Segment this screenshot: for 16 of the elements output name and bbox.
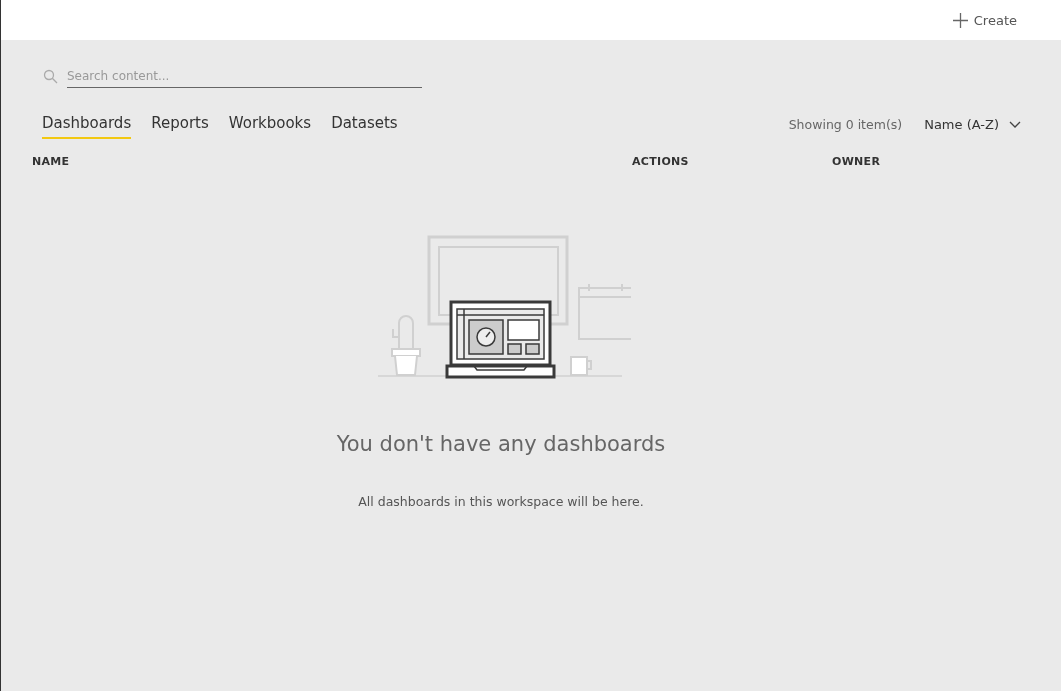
column-header: NAME <box>32 155 71 168</box>
tab[interactable]: Workbooks <box>228 110 312 139</box>
sort-dropdown[interactable]: Name (A-Z) <box>924 117 1021 132</box>
search-icon <box>43 68 59 85</box>
tab[interactable]: Reports <box>151 110 209 139</box>
create-button[interactable]: Create <box>952 12 1017 28</box>
empty-state-title: You don't have any dashboards <box>336 432 666 456</box>
search-field[interactable]: Search content... <box>67 65 422 88</box>
item-count: Showing 0 item(s) <box>788 117 903 132</box>
chevron-down-icon <box>1009 121 1021 128</box>
column-header: ACTIONS <box>632 155 690 168</box>
plus-icon <box>952 12 968 28</box>
empty-state-message: All dashboards in this workspace will be here. <box>358 494 644 509</box>
column-header: OWNER <box>832 155 882 168</box>
tab[interactable]: Dashboards <box>42 110 132 139</box>
tab[interactable]: Datasets <box>331 110 398 139</box>
